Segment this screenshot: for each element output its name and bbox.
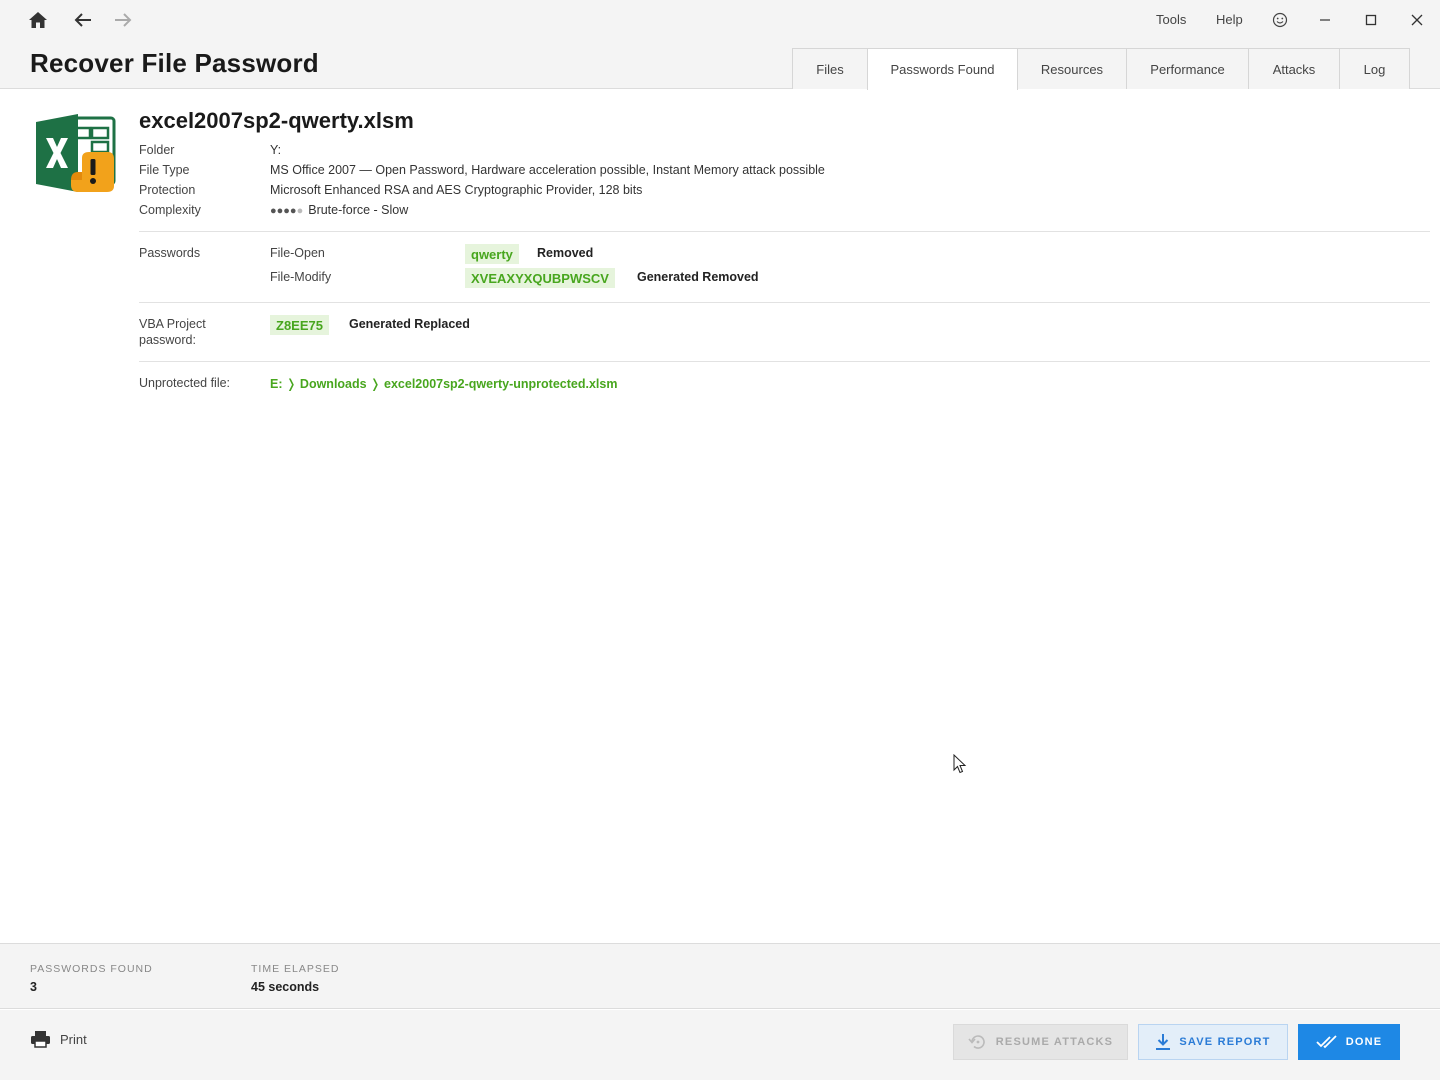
divider bbox=[139, 361, 1430, 362]
divider bbox=[139, 231, 1430, 232]
complexity-text: Brute-force - Slow bbox=[308, 203, 409, 217]
resume-attacks-button[interactable]: RESUME ATTACKS bbox=[953, 1024, 1128, 1060]
time-elapsed-label: TIME ELAPSED bbox=[251, 963, 340, 975]
file-open-status: Removed bbox=[537, 246, 594, 260]
tab-performance[interactable]: Performance bbox=[1126, 48, 1249, 89]
title-bar: Tools Help Recover File Password Files P… bbox=[0, 0, 1440, 90]
refresh-icon bbox=[968, 1035, 985, 1049]
file-modify-password[interactable]: XVEAXYXQUBPWSCV bbox=[465, 268, 615, 288]
time-elapsed-value: 45 seconds bbox=[251, 980, 320, 994]
protection-label: Protection bbox=[139, 183, 196, 197]
excel-file-warning-icon bbox=[34, 112, 118, 196]
status-bar: PASSWORDS FOUND 3 TIME ELAPSED 45 second… bbox=[0, 943, 1440, 1009]
printer-icon bbox=[31, 1031, 50, 1048]
print-label: Print bbox=[60, 1031, 87, 1047]
passwords-found-value: 3 bbox=[30, 980, 37, 994]
maximize-icon[interactable] bbox=[1359, 8, 1383, 32]
arrow-right-icon[interactable] bbox=[111, 8, 135, 32]
tab-resources[interactable]: Resources bbox=[1017, 48, 1127, 89]
page-title: Recover File Password bbox=[30, 48, 319, 78]
close-icon[interactable] bbox=[1405, 8, 1429, 32]
home-icon[interactable] bbox=[26, 8, 50, 32]
mouse-cursor-icon bbox=[953, 754, 967, 774]
complexity-label: Complexity bbox=[139, 203, 201, 217]
double-check-icon bbox=[1316, 1035, 1337, 1049]
file-type-value: MS Office 2007 — Open Password, Hardware… bbox=[270, 163, 825, 177]
folder-label: Folder bbox=[139, 143, 175, 157]
file-modify-status: Generated Removed bbox=[637, 270, 759, 284]
vba-label: VBA Project password: bbox=[139, 317, 206, 347]
protection-value: Microsoft Enhanced RSA and AES Cryptogra… bbox=[270, 183, 643, 197]
tab-passwords-found[interactable]: Passwords Found bbox=[867, 48, 1018, 90]
download-icon bbox=[1156, 1034, 1171, 1050]
file-open-password[interactable]: qwerty bbox=[465, 244, 519, 264]
print-button[interactable]: Print bbox=[30, 1030, 87, 1048]
complexity-value: ●●●●● Brute-force - Slow bbox=[270, 203, 408, 223]
file-name: excel2007sp2-qwerty.xlsm bbox=[139, 108, 414, 133]
minimize-icon[interactable] bbox=[1313, 8, 1337, 32]
vba-status: Generated Replaced bbox=[349, 317, 470, 331]
file-open-label: File-Open bbox=[270, 246, 325, 260]
passwords-found-label: PASSWORDS FOUND bbox=[30, 963, 153, 975]
arrow-left-icon[interactable] bbox=[71, 8, 95, 32]
tab-files[interactable]: Files bbox=[792, 48, 868, 89]
complexity-dots-icon: ●●●●● bbox=[270, 205, 304, 217]
footer: Print RESUME ATTACKS SAVE REPORT DONE bbox=[0, 1010, 1440, 1080]
divider bbox=[139, 302, 1430, 303]
save-report-button[interactable]: SAVE REPORT bbox=[1138, 1024, 1288, 1060]
done-button[interactable]: DONE bbox=[1298, 1024, 1400, 1060]
smiley-icon[interactable] bbox=[1268, 8, 1292, 32]
unprotected-label: Unprotected file: bbox=[139, 376, 231, 390]
unprotected-file-link[interactable]: E: ❭ Downloads ❭ excel2007sp2-qwerty-unp… bbox=[270, 376, 617, 391]
file-type-label: File Type bbox=[139, 163, 190, 177]
file-info: Folder Y: File Type MS Office 2007 — Ope… bbox=[139, 143, 1039, 223]
tab-log[interactable]: Log bbox=[1339, 48, 1410, 89]
menu-tools[interactable]: Tools bbox=[1156, 12, 1186, 27]
menu-help[interactable]: Help bbox=[1216, 12, 1243, 27]
folder-value: Y: bbox=[270, 143, 282, 157]
tab-bar: Files Passwords Found Resources Performa… bbox=[792, 48, 1410, 90]
passwords-label: Passwords bbox=[139, 246, 201, 260]
file-modify-label: File-Modify bbox=[270, 270, 332, 284]
tab-attacks[interactable]: Attacks bbox=[1248, 48, 1340, 89]
vba-password[interactable]: Z8EE75 bbox=[270, 315, 329, 335]
